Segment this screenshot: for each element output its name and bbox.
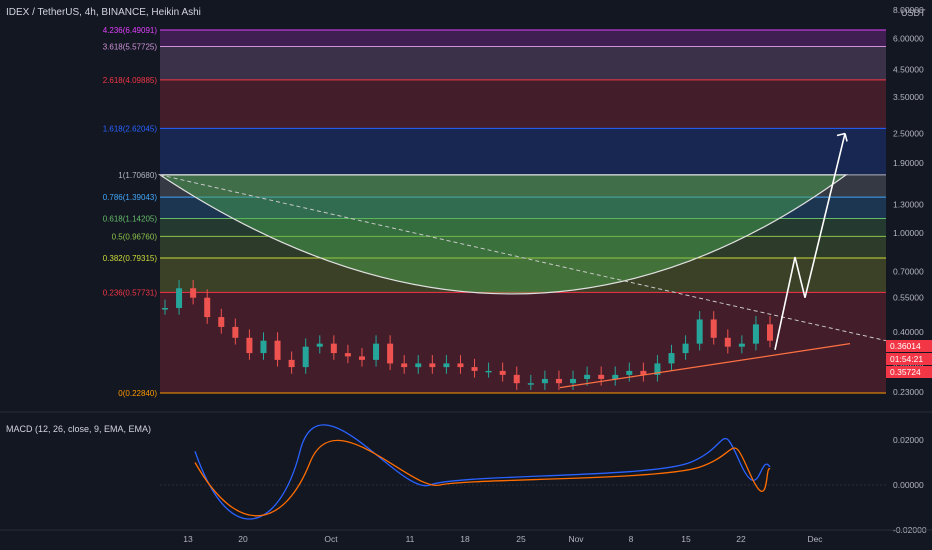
candle-body	[260, 340, 267, 354]
price-label: 0.36014	[890, 341, 921, 351]
price-tick: 0.40000	[893, 327, 924, 337]
candle-body	[626, 370, 633, 375]
fib-zone	[160, 30, 886, 47]
fib-label: 1(1.70680)	[118, 171, 157, 180]
candle-body	[724, 337, 731, 347]
chart-canvas[interactable]: 4.236(6.49091) 3.618(5.57725) 2.618(4.0988…	[0, 0, 932, 550]
currency-label: USDT	[901, 8, 926, 18]
fib-zone	[160, 79, 886, 129]
macd-tick: 0.02000	[893, 435, 924, 445]
macd-pane[interactable]: MACD (12, 26, close, 9, EMA, EMA) 0.02000…	[0, 411, 932, 535]
time-tick: 18	[460, 534, 470, 544]
fib-label: 0.786(1.39043)	[103, 193, 158, 202]
candle-body	[767, 324, 773, 341]
fib-label: 1.618(2.62045)	[103, 124, 158, 133]
price-tick: 6.00000	[893, 34, 924, 44]
candle-body	[471, 367, 478, 371]
fib-label: 0.382(0.79315)	[103, 254, 158, 263]
macd-line	[194, 424, 771, 520]
chart-title: IDEX / TetherUS, 4h, BINANCE, Heikin Ash…	[6, 7, 201, 18]
candle-body	[358, 356, 365, 360]
candle-body	[190, 288, 197, 298]
price-tick: 0.70000	[893, 267, 924, 277]
candle-body	[598, 374, 605, 379]
time-tick: 25	[516, 534, 526, 544]
price-tick: 3.50000	[893, 92, 924, 102]
time-axis[interactable]: 13 20 Oct 11 18 25 Nov 8 15 22 Dec	[0, 529, 932, 544]
candle-body	[668, 353, 675, 364]
time-tick: 22	[736, 534, 746, 544]
candle-body	[162, 308, 168, 310]
candle-body	[710, 319, 717, 338]
price-tick: 0.55000	[893, 293, 924, 303]
macd-tick: 0.00000	[893, 480, 924, 490]
candle-body	[204, 297, 211, 318]
candle-body	[344, 353, 351, 357]
candle-body	[696, 319, 703, 344]
time-tick: Nov	[568, 534, 584, 544]
time-tick: 8	[629, 534, 634, 544]
macd-title: MACD (12, 26, close, 9, EMA, EMA)	[6, 424, 151, 434]
candle-body	[316, 343, 323, 347]
candle-body	[682, 343, 689, 354]
fib-label: 0(0.22840)	[118, 389, 157, 398]
candle-body	[457, 363, 464, 368]
time-tick: 15	[681, 534, 691, 544]
fib-label: 3.618(5.57725)	[103, 42, 158, 51]
candle-body	[570, 378, 577, 384]
candle-body	[232, 326, 239, 338]
time-tick: 20	[238, 534, 248, 544]
fib-labels: 4.236(6.49091) 3.618(5.57725) 2.618(4.0988…	[103, 26, 158, 398]
candle-body	[752, 324, 759, 344]
fib-zone	[160, 128, 886, 175]
candle-body	[246, 337, 253, 354]
candle-body	[738, 343, 745, 347]
candle-body	[541, 378, 548, 384]
price-tick: 2.50000	[893, 128, 924, 138]
candle-body	[415, 363, 422, 368]
candle-body	[485, 370, 492, 373]
time-tick: 13	[183, 534, 193, 544]
candle-body	[584, 374, 591, 379]
price-label: 01:54:21	[890, 354, 923, 364]
price-tick: 4.50000	[893, 65, 924, 75]
time-tick: 11	[406, 534, 415, 544]
candle-body	[373, 343, 380, 360]
candle-body	[302, 346, 309, 368]
candle-body	[527, 383, 534, 385]
fib-label: 0.236(0.57731)	[103, 288, 158, 297]
time-tick: Oct	[324, 534, 338, 544]
candle-body	[443, 363, 450, 368]
price-tick: 1.90000	[893, 158, 924, 168]
candle-body	[176, 288, 183, 309]
candle-body	[288, 359, 295, 368]
price-tick: 1.30000	[893, 199, 924, 209]
price-tick: 0.23000	[893, 387, 924, 397]
fib-label: 4.236(6.49091)	[103, 26, 158, 35]
price-axis[interactable]: 8.000006.000004.500003.500002.500001.900…	[886, 0, 932, 550]
fib-zone	[160, 46, 886, 80]
fib-label: 2.618(4.09885)	[103, 76, 158, 85]
price-tick: 1.00000	[893, 228, 924, 238]
candle-body	[513, 374, 520, 384]
candle-body	[274, 340, 281, 360]
fib-label: 0.618(1.14205)	[103, 214, 158, 223]
candle-body	[330, 343, 337, 354]
candle-body	[499, 370, 506, 375]
candle-body	[429, 363, 436, 368]
candle-body	[387, 343, 394, 364]
candle-body	[218, 317, 225, 327]
price-label: 0.35724	[890, 367, 921, 377]
fib-label: 0.5(0.96760)	[112, 232, 158, 241]
candle-body	[401, 363, 408, 368]
candle-body	[555, 378, 562, 384]
time-tick: Dec	[807, 534, 823, 544]
